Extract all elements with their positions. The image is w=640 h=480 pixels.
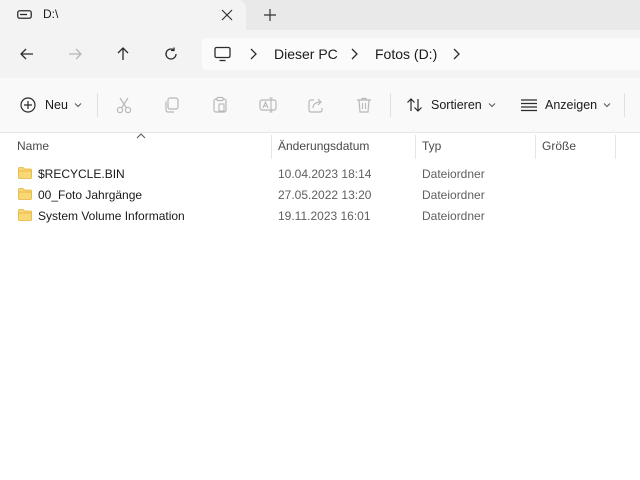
up-button[interactable]: [110, 42, 136, 66]
chevron-right-icon[interactable]: [450, 47, 462, 61]
chevron-down-icon: [488, 103, 496, 108]
column-date[interactable]: Änderungsdatum: [278, 139, 369, 153]
divider: [624, 93, 625, 117]
chevron-down-icon: [74, 103, 82, 108]
breadcrumb-this-pc[interactable]: Dieser PC: [274, 46, 338, 62]
view-button[interactable]: Anzeigen: [520, 93, 611, 117]
file-list: $RECYCLE.BIN 10.04.2023 18:14 Dateiordne…: [0, 164, 640, 227]
back-button[interactable]: [14, 42, 40, 66]
column-divider[interactable]: [615, 135, 616, 159]
file-name: $RECYCLE.BIN: [38, 167, 125, 181]
folder-icon: [18, 167, 32, 179]
folder-icon: [18, 188, 32, 200]
column-type[interactable]: Typ: [422, 139, 441, 153]
command-bar: Neu Sortieren Anzeigen: [0, 78, 640, 133]
file-date: 10.04.2023 18:14: [278, 167, 372, 181]
refresh-button[interactable]: [158, 42, 184, 66]
tab-title: D:\: [43, 7, 59, 21]
column-divider[interactable]: [415, 135, 416, 159]
trash-icon: [357, 97, 371, 113]
column-name[interactable]: Name: [17, 139, 49, 153]
copy-button[interactable]: [163, 93, 181, 117]
forward-button[interactable]: [62, 42, 88, 66]
plus-circle-icon: [20, 97, 36, 113]
column-size[interactable]: Größe: [542, 139, 576, 153]
view-list-icon: [521, 99, 537, 112]
new-label: Neu: [45, 98, 68, 112]
drive-icon: [17, 10, 32, 19]
divider: [97, 93, 98, 117]
share-icon: [308, 98, 323, 113]
arrow-left-icon: [20, 48, 33, 60]
file-date: 27.05.2022 13:20: [278, 188, 372, 202]
sort-icon: [407, 98, 422, 112]
new-tab-icon[interactable]: [262, 7, 278, 23]
column-headers: Name Änderungsdatum Typ Größe: [0, 133, 640, 159]
rename-icon: [259, 97, 277, 113]
divider: [390, 93, 391, 117]
folder-icon: [18, 209, 32, 221]
clipboard-icon: [213, 96, 227, 113]
paste-button[interactable]: [211, 93, 229, 117]
refresh-icon: [165, 47, 177, 60]
address-bar[interactable]: Dieser PC Fotos (D:): [202, 38, 640, 70]
rename-button[interactable]: [259, 93, 277, 117]
close-icon[interactable]: [219, 7, 235, 23]
cut-button[interactable]: [115, 93, 133, 117]
arrow-right-icon: [69, 48, 82, 60]
sort-ascending-icon: [136, 133, 146, 139]
file-type: Dateiordner: [422, 209, 485, 223]
list-item[interactable]: 00_Foto Jahrgänge 27.05.2022 13:20 Datei…: [0, 185, 640, 206]
sort-label: Sortieren: [431, 98, 482, 112]
file-name: System Volume Information: [38, 209, 185, 223]
file-name: 00_Foto Jahrgänge: [38, 188, 143, 202]
arrow-up-icon: [117, 47, 129, 60]
navigation-bar: Dieser PC Fotos (D:): [0, 30, 640, 78]
share-button[interactable]: [307, 93, 325, 117]
sort-button[interactable]: Sortieren: [406, 93, 496, 117]
new-button[interactable]: Neu: [20, 93, 82, 117]
file-date: 19.11.2023 16:01: [278, 209, 371, 223]
scissors-icon: [116, 97, 132, 114]
list-item[interactable]: $RECYCLE.BIN 10.04.2023 18:14 Dateiordne…: [0, 164, 640, 185]
tab-drive-d[interactable]: D:\: [0, 0, 246, 30]
file-type: Dateiordner: [422, 167, 485, 181]
tab-strip: D:\: [0, 0, 640, 30]
column-divider[interactable]: [271, 135, 272, 159]
delete-button[interactable]: [355, 93, 373, 117]
view-label: Anzeigen: [545, 98, 598, 112]
chevron-right-icon[interactable]: [348, 47, 360, 61]
chevron-down-icon: [603, 103, 611, 108]
list-item[interactable]: System Volume Information 19.11.2023 16:…: [0, 206, 640, 227]
file-type: Dateiordner: [422, 188, 485, 202]
copy-icon: [165, 97, 179, 113]
chevron-right-icon[interactable]: [247, 47, 259, 61]
column-divider[interactable]: [535, 135, 536, 159]
breadcrumb-drive[interactable]: Fotos (D:): [375, 46, 437, 62]
computer-icon: [214, 46, 231, 62]
